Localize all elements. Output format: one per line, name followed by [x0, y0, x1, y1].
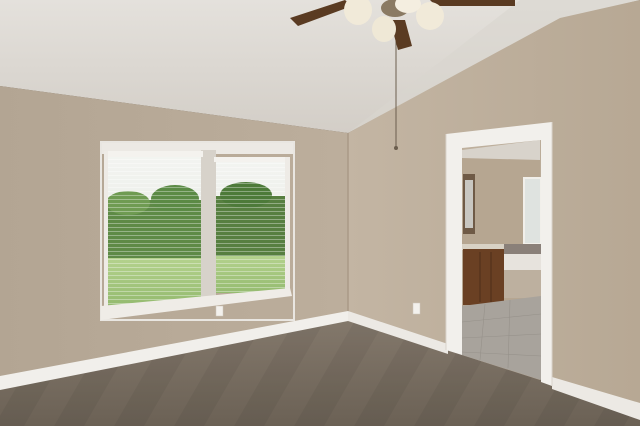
room-scene	[0, 0, 640, 426]
room-photo	[0, 0, 640, 426]
blinds-left	[106, 153, 201, 305]
tub	[504, 254, 541, 270]
fan-blade-right	[430, 0, 515, 6]
tub-tile	[504, 244, 541, 254]
outlet-right	[412, 302, 421, 315]
outlet-left	[215, 305, 224, 317]
double-window	[100, 141, 295, 321]
doorway-to-bathroom	[445, 122, 553, 386]
vanity-cabinet	[463, 249, 504, 305]
bath-window	[524, 178, 541, 244]
window-mullion	[201, 150, 216, 298]
blinds-right	[216, 160, 287, 293]
fan-light-2	[372, 16, 396, 42]
